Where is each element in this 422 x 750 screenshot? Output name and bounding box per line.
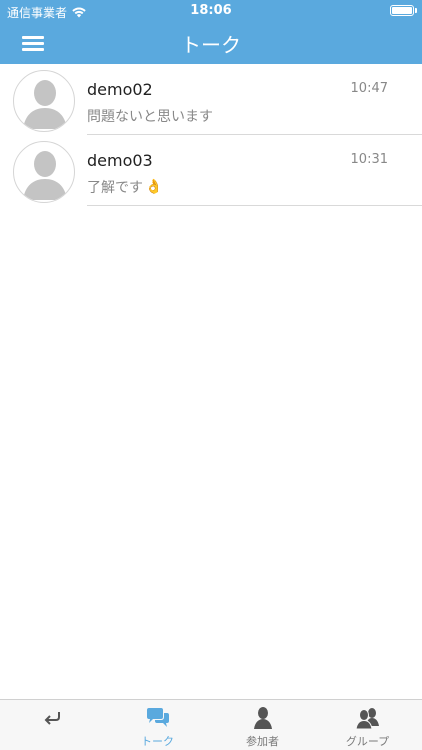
return-icon [44, 712, 60, 725]
status-bar: 通信事業者 18:06 [0, 0, 422, 22]
talk-preview: 問題ないと思います [87, 106, 213, 126]
group-icon [355, 708, 379, 730]
talk-row[interactable]: demo03 10:31 了解です 👌 [0, 135, 422, 206]
talk-time: 10:47 [350, 81, 388, 96]
person-silhouette-icon [23, 80, 67, 129]
tab-bar: トーク 参加者 グループ [0, 699, 422, 750]
talk-preview-text: 了解です [87, 180, 143, 196]
talk-name: demo02 [87, 80, 153, 99]
tab-label: トーク [141, 735, 174, 748]
tab-talk[interactable]: トーク [105, 700, 210, 750]
talk-name: demo03 [87, 151, 153, 170]
back-button[interactable] [0, 700, 105, 750]
chat-bubbles-icon [147, 708, 169, 727]
tab-label: グループ [345, 735, 390, 748]
header: 通信事業者 18:06 トーク [0, 0, 422, 64]
talk-list: demo02 10:47 問題ないと思います demo03 10:31 了解です… [0, 64, 422, 206]
battery-icon [390, 5, 414, 16]
tab-groups[interactable]: グループ [315, 700, 420, 750]
avatar [13, 141, 75, 203]
status-time: 18:06 [190, 3, 232, 18]
talk-preview: 了解です 👌 [87, 177, 162, 197]
divider [87, 205, 422, 206]
talk-row[interactable]: demo02 10:47 問題ないと思います [0, 64, 422, 135]
tab-participants[interactable]: 参加者 [210, 700, 315, 750]
talk-time: 10:31 [350, 152, 388, 167]
avatar [13, 70, 75, 132]
page-title: トーク [181, 33, 241, 57]
person-icon [254, 707, 272, 729]
ok-hand-emoji: 👌 [145, 179, 163, 195]
person-silhouette-icon [23, 151, 67, 200]
battery-cap [415, 8, 417, 13]
tab-label: 参加者 [246, 735, 279, 748]
talk-preview-text: 問題ないと思います [87, 109, 213, 125]
